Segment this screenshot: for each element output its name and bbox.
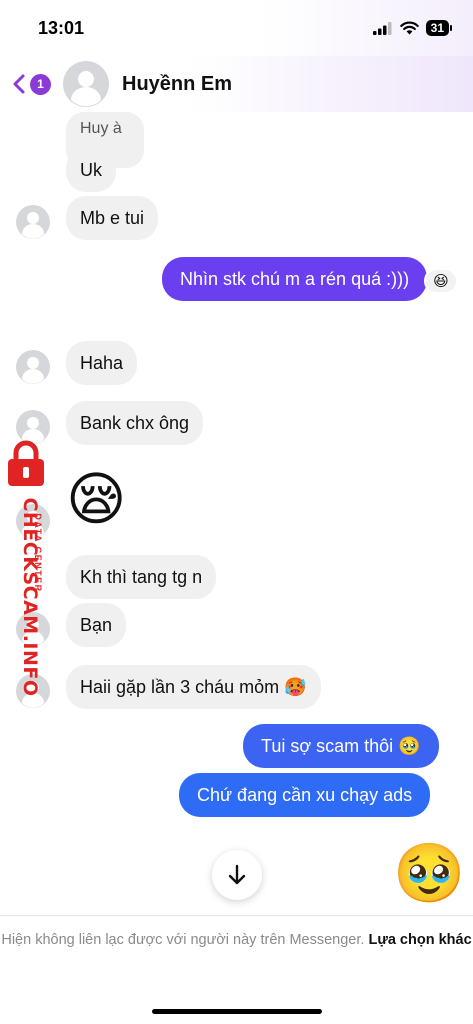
message-bubble-incoming[interactable]: Mb e tui (66, 196, 159, 240)
status-bar: 13:01 31 (0, 0, 473, 56)
status-time: 13:01 (38, 17, 85, 38)
status-icons: 31 (372, 20, 453, 36)
unavailable-notice-text: Hiện không liên lạc được với người này t… (1, 932, 365, 948)
message-bubble-incoming[interactable]: Uk (66, 148, 116, 192)
signal-icon (372, 21, 392, 35)
message-bubble-incoming[interactable]: Bank chx ông (66, 401, 204, 445)
scroll-to-bottom-button[interactable] (212, 850, 262, 900)
message-bubble-incoming[interactable]: Bạn (66, 603, 127, 647)
message-list[interactable]: Huy à Uk Mb e tui Nhìn stk chú m a rén q… (0, 112, 473, 915)
lock-icon (8, 440, 44, 486)
sender-avatar (16, 205, 50, 239)
quoted-message-text: Huy à (80, 120, 122, 137)
watermark-subtext: DATA CENTER (33, 513, 43, 593)
message-bubble-incoming[interactable]: Haii gặp lần 3 cháu mỏm 🥵 (66, 665, 321, 709)
message-bubble-outgoing[interactable]: Tui sợ scam thôi 🥹 (243, 724, 439, 768)
contact-name[interactable]: Huyềnn Em (122, 73, 232, 96)
battery-indicator: 31 (425, 20, 453, 36)
chat-header: 1 Huyềnn Em (0, 56, 473, 112)
back-button[interactable]: 1 (10, 73, 51, 95)
emoji-message[interactable]: 🥹 (393, 842, 465, 906)
unread-count-badge: 1 (30, 73, 51, 95)
sender-avatar (16, 410, 50, 444)
watermark: CHECKSCAM.INFO DATA CENTER (2, 440, 52, 697)
message-bubble-incoming[interactable]: Haha (66, 341, 138, 385)
emoji-message[interactable]: 😪 (66, 468, 126, 532)
composer-unavailable-footer: Hiện không liên lạc được với người này t… (0, 915, 473, 1024)
message-bubble-incoming[interactable]: Kh thì tang tg n (66, 555, 217, 599)
message-bubble-outgoing[interactable]: Nhìn stk chú m a rén quá :))) (162, 257, 428, 301)
sender-avatar (16, 350, 50, 384)
message-bubble-outgoing[interactable]: Chứ đang cần xu chạy ads (179, 773, 431, 817)
other-options-link[interactable]: Lựa chọn khác (368, 932, 471, 948)
wifi-icon (399, 21, 419, 35)
unavailable-notice: Hiện không liên lạc được với người này t… (0, 929, 473, 952)
contact-avatar[interactable] (63, 61, 109, 107)
arrow-down-icon (228, 864, 246, 885)
home-indicator[interactable] (152, 1009, 322, 1014)
message-reaction[interactable]: 😆 (424, 268, 458, 294)
chevron-left-icon (13, 74, 25, 94)
